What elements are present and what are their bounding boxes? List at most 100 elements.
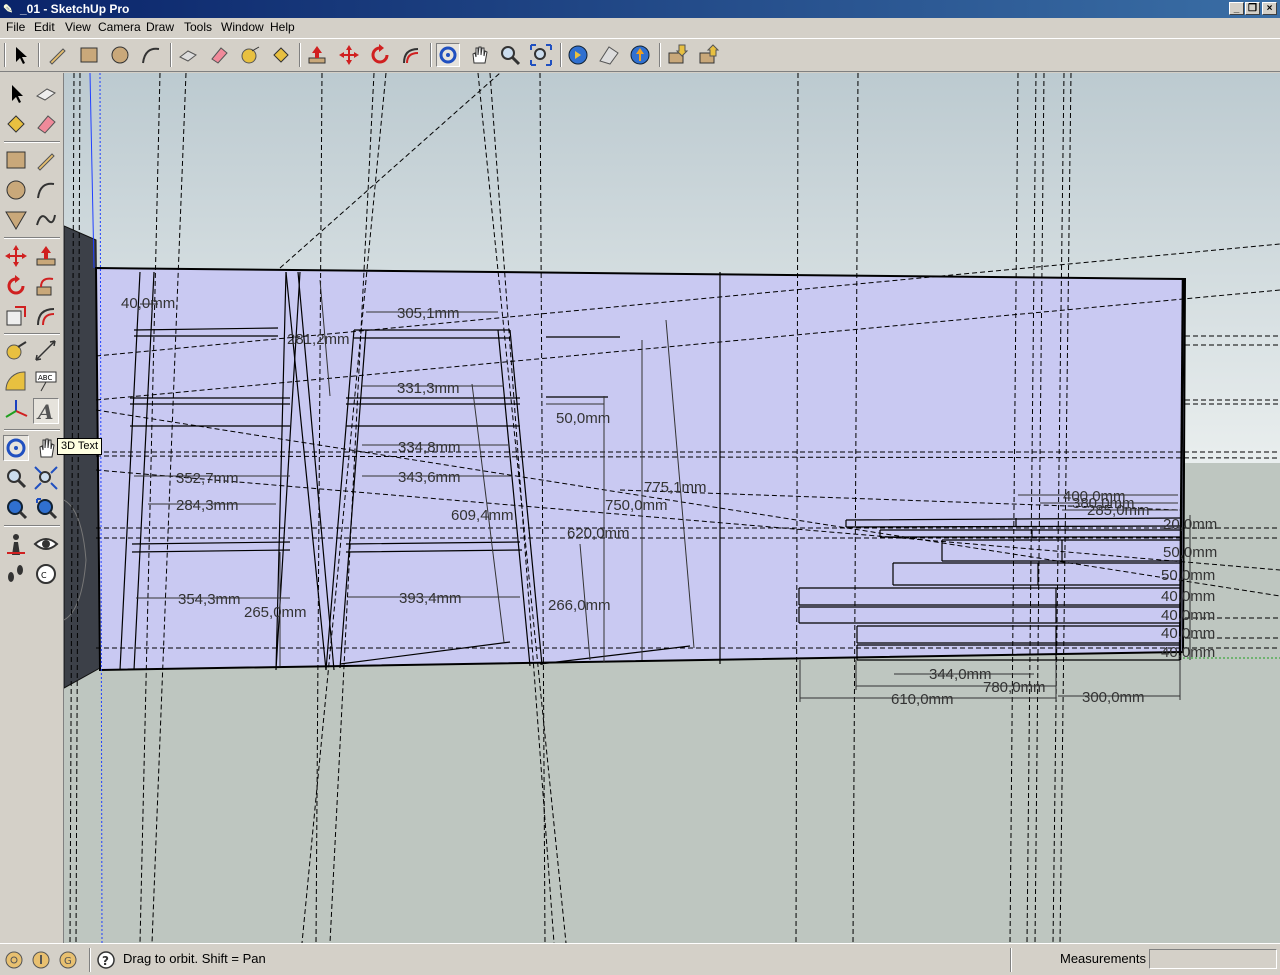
palette-pan-button[interactable] bbox=[33, 435, 59, 461]
sketchup-app-icon[interactable]: ✎ bbox=[3, 2, 17, 16]
circle-tool-button[interactable] bbox=[108, 43, 132, 67]
help-icon[interactable]: ? bbox=[96, 950, 116, 970]
palette-rotate-button[interactable] bbox=[3, 273, 29, 299]
toolbar-separator bbox=[38, 43, 40, 67]
walk-view-button[interactable] bbox=[628, 43, 652, 67]
zoom-tool-button[interactable] bbox=[498, 43, 522, 67]
palette-axes-button[interactable] bbox=[3, 398, 29, 424]
polygon-icon bbox=[5, 211, 27, 230]
palette-walk-button[interactable] bbox=[3, 561, 29, 587]
menu-help[interactable]: Help bbox=[270, 20, 295, 35]
palette-freehand-button[interactable] bbox=[33, 207, 59, 233]
make-component-button[interactable] bbox=[176, 43, 200, 67]
palette-section-plane-button[interactable]: C bbox=[33, 561, 59, 587]
menu-edit[interactable]: Edit bbox=[34, 20, 55, 35]
palette-tape-measure-button[interactable] bbox=[3, 338, 29, 364]
orbit-tool-button[interactable] bbox=[436, 43, 460, 67]
menu-camera[interactable]: Camera bbox=[98, 20, 141, 35]
get-models-button[interactable] bbox=[665, 43, 689, 67]
tape-measure-icon bbox=[241, 46, 260, 64]
menu-tools[interactable]: Tools bbox=[184, 20, 212, 35]
rotate-tool-button[interactable] bbox=[368, 43, 392, 67]
pan-tool-button[interactable] bbox=[467, 43, 491, 67]
push-pull-button[interactable] bbox=[305, 43, 329, 67]
previous-view-button[interactable] bbox=[566, 43, 590, 67]
position-camera-button[interactable] bbox=[597, 43, 621, 67]
menu-bar: File Edit View Camera Draw Tools Window … bbox=[0, 18, 1280, 37]
rectangle-icon bbox=[6, 151, 26, 169]
palette-arc-button[interactable] bbox=[33, 177, 59, 203]
tape-measure-button[interactable] bbox=[238, 43, 262, 67]
zoom-extents-icon bbox=[7, 499, 28, 520]
share-model-button[interactable] bbox=[696, 43, 720, 67]
credits-icon[interactable] bbox=[31, 950, 51, 970]
palette-select-button[interactable] bbox=[3, 81, 29, 107]
dim-label: 609,4mm bbox=[451, 507, 514, 524]
palette-polygon-button[interactable] bbox=[3, 207, 29, 233]
arc-icon bbox=[142, 47, 160, 64]
text-label-icon: ABC bbox=[35, 371, 57, 392]
palette-scale-button[interactable] bbox=[3, 303, 29, 329]
google-sign-in-icon[interactable]: G bbox=[58, 950, 78, 970]
palette-push-pull-button[interactable] bbox=[33, 243, 59, 269]
paint-bucket-icon bbox=[273, 47, 289, 63]
zoom-extents-button[interactable] bbox=[529, 43, 553, 67]
palette-text-button[interactable]: ABC bbox=[33, 368, 59, 394]
follow-me-icon bbox=[36, 277, 54, 296]
rectangle-tool-button[interactable] bbox=[77, 43, 101, 67]
arc-tool-button[interactable] bbox=[139, 43, 163, 67]
drawing-viewport[interactable]: 40,0mm 281,2mm 305,1mm 331,3mm 50,0mm 33… bbox=[64, 73, 1280, 943]
palette-paint-bucket-button[interactable] bbox=[3, 111, 29, 137]
restore-button[interactable]: ❐ bbox=[1245, 2, 1260, 15]
move-tool-button[interactable] bbox=[337, 43, 361, 67]
palette-look-around-button[interactable] bbox=[33, 531, 59, 557]
line-tool-button[interactable] bbox=[45, 43, 69, 67]
rectangle-icon bbox=[80, 47, 98, 63]
palette-previous-button[interactable] bbox=[33, 495, 59, 521]
dim-label: 620,0mm bbox=[567, 525, 630, 542]
footprints-icon bbox=[8, 565, 23, 582]
palette-line-button[interactable] bbox=[33, 147, 59, 173]
menu-view[interactable]: View bbox=[65, 20, 91, 35]
palette-separator bbox=[4, 333, 60, 335]
pencil-icon bbox=[49, 48, 66, 65]
close-button[interactable]: × bbox=[1262, 2, 1277, 15]
palette-3d-text-button[interactable]: A bbox=[33, 398, 59, 424]
palette-zoom-window-button[interactable] bbox=[33, 465, 59, 491]
measurements-input[interactable] bbox=[1149, 949, 1277, 969]
palette-zoom-button[interactable] bbox=[3, 465, 29, 491]
palette-orbit-button[interactable] bbox=[3, 435, 29, 461]
palette-move-button[interactable] bbox=[3, 243, 29, 269]
follow-me-icon bbox=[403, 48, 419, 64]
geo-location-icon[interactable] bbox=[4, 950, 24, 970]
model-canvas[interactable]: 40,0mm 281,2mm 305,1mm 331,3mm 50,0mm 33… bbox=[64, 73, 1280, 943]
position-camera-icon bbox=[7, 534, 25, 555]
palette-zoom-extents-button[interactable] bbox=[3, 495, 29, 521]
palette-dimension-button[interactable] bbox=[33, 338, 59, 364]
circle-icon bbox=[6, 180, 26, 200]
menu-draw[interactable]: Draw bbox=[146, 20, 174, 35]
palette-eraser-button[interactable] bbox=[33, 111, 59, 137]
toolbar-separator bbox=[430, 43, 432, 67]
minimize-button[interactable]: _ bbox=[1229, 2, 1244, 15]
toolbar-grip[interactable] bbox=[4, 43, 6, 67]
menu-file[interactable]: File bbox=[6, 20, 25, 35]
palette-protractor-button[interactable] bbox=[3, 368, 29, 394]
paint-bucket-button[interactable] bbox=[269, 43, 293, 67]
select-tool-button[interactable] bbox=[8, 43, 32, 67]
push-pull-icon bbox=[36, 246, 56, 266]
pencil-icon bbox=[37, 153, 55, 171]
palette-offset-button[interactable] bbox=[33, 303, 59, 329]
follow-me-button[interactable] bbox=[399, 43, 423, 67]
palette-follow-me-button[interactable] bbox=[33, 273, 59, 299]
previous-view-icon bbox=[36, 498, 58, 520]
palette-position-camera-button[interactable] bbox=[3, 531, 29, 557]
dim-label: 284,3mm bbox=[176, 497, 239, 514]
palette-component-button[interactable] bbox=[33, 81, 59, 107]
rotate-icon bbox=[7, 275, 25, 295]
eraser-tool-button[interactable] bbox=[207, 43, 231, 67]
menu-window[interactable]: Window bbox=[221, 20, 264, 35]
dim-label: 50,0mm bbox=[1161, 567, 1215, 584]
palette-rectangle-button[interactable] bbox=[3, 147, 29, 173]
palette-circle-button[interactable] bbox=[3, 177, 29, 203]
